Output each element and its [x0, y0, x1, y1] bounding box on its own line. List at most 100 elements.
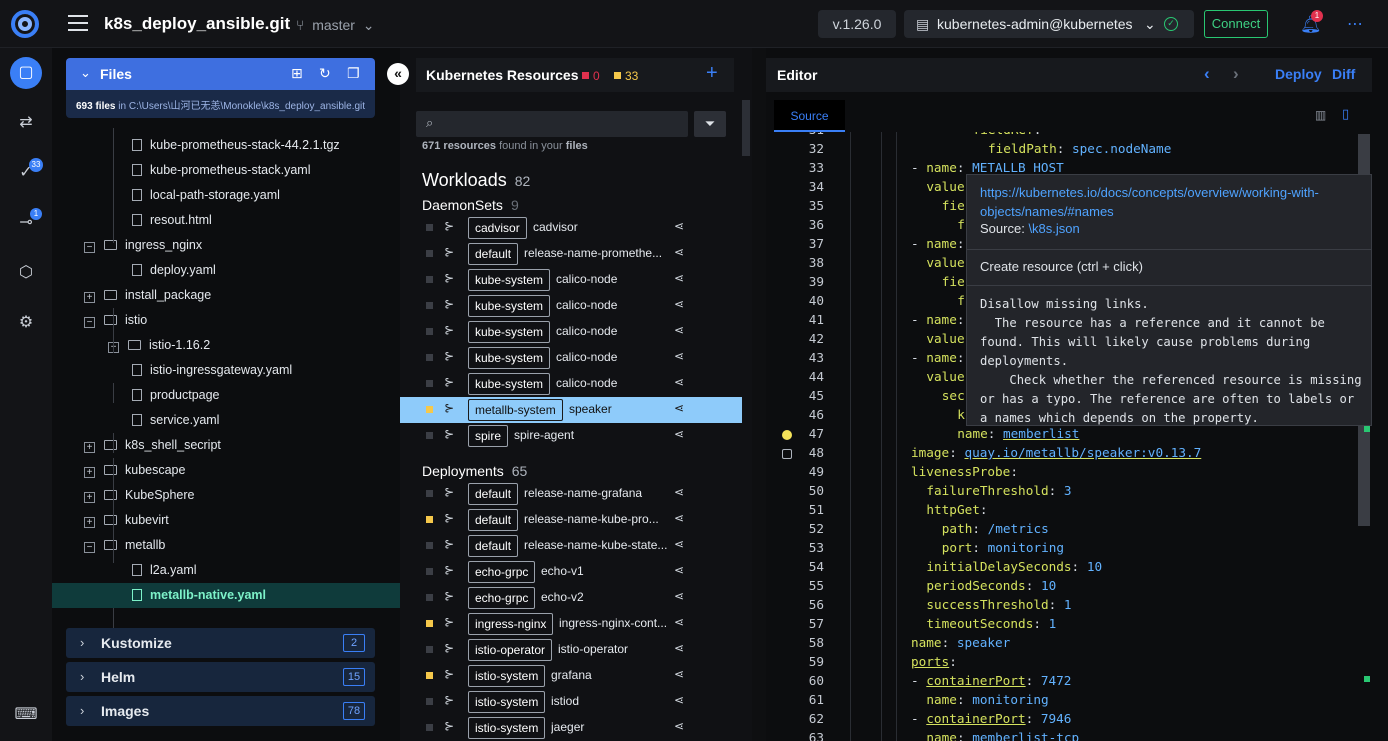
share-icon[interactable]: ⋖ — [674, 323, 684, 337]
resource-row[interactable]: ⊱ default release-name-promethe... ⋖ — [400, 241, 742, 267]
new-folder-icon[interactable]: ⊞ — [291, 65, 303, 82]
resource-row[interactable]: ⊱ echo-grpc echo-v1 ⋖ — [400, 559, 742, 585]
connect-button[interactable]: Connect — [1204, 10, 1268, 38]
collapse-icon[interactable]: − — [84, 242, 95, 253]
resource-row[interactable]: ⊱ kube-system calico-node ⋖ — [400, 345, 742, 371]
code-line[interactable]: fieldRef: — [973, 132, 1049, 137]
resource-row[interactable]: ⊱ kube-system calico-node ⋖ — [400, 293, 742, 319]
resource-row[interactable]: ⊱ kube-system calico-node ⋖ — [400, 319, 742, 345]
more-icon[interactable]: ⋯ — [1347, 14, 1364, 34]
code-line[interactable]: fieldPath: spec.nodeName — [988, 141, 1171, 156]
code-line[interactable]: port: monitoring — [942, 540, 1064, 555]
back-icon[interactable]: ‹ — [1204, 64, 1210, 84]
share-icon[interactable]: ⋖ — [674, 427, 684, 441]
k8s-version-button[interactable]: v.1.26.0 — [818, 10, 896, 38]
share-icon[interactable]: ⋖ — [674, 245, 684, 259]
resource-row[interactable]: ⊱ istio-system istiod ⋖ — [400, 689, 742, 715]
cluster-selector[interactable]: ▤ kubernetes-admin@kubernetes ⌄ ✓ — [904, 10, 1194, 38]
cube-icon[interactable]: ⬡ — [10, 257, 42, 289]
terminal-icon[interactable]: ⌨ — [10, 699, 42, 731]
resource-row[interactable]: ⊱ default release-name-kube-pro... ⋖ — [400, 507, 742, 533]
code-line[interactable]: livenessProbe: — [911, 464, 1026, 479]
deploy-button[interactable]: Deploy — [1275, 66, 1322, 82]
code-line[interactable]: name: monitoring — [926, 692, 1048, 707]
share-icon[interactable]: ⋖ — [674, 511, 684, 525]
code-line[interactable]: initialDelaySeconds: 10 — [926, 559, 1102, 574]
share-icon[interactable]: ⋖ — [674, 537, 684, 551]
share-icon[interactable]: ⋖ — [674, 485, 684, 499]
resources-scrollbar[interactable] — [742, 100, 750, 156]
image-icon[interactable] — [782, 449, 792, 459]
menu-icon[interactable] — [68, 15, 88, 31]
source-file-link[interactable]: \k8s.json — [1028, 221, 1079, 236]
section-images[interactable]: › Images 78 — [66, 696, 375, 726]
share-icon[interactable]: ⋖ — [674, 219, 684, 233]
doc-icon[interactable]: ▯ — [1342, 106, 1349, 122]
collapse-icon[interactable]: − — [84, 542, 95, 553]
explorer-icon[interactable]: ▢ — [10, 57, 42, 89]
section-helm[interactable]: › Helm 15 — [66, 662, 375, 692]
add-resource-icon[interactable]: + — [706, 62, 718, 85]
share-icon[interactable]: ⋖ — [674, 349, 684, 363]
expand-icon[interactable]: + — [84, 292, 95, 303]
settings-icon[interactable]: ⚙ — [10, 307, 42, 339]
resource-row[interactable]: ⊱ default release-name-grafana ⋖ — [400, 481, 742, 507]
file-item[interactable]: metallb-native.yaml — [52, 583, 400, 608]
collapse-icon[interactable]: − — [84, 317, 95, 328]
resource-row[interactable]: ⊱ cadvisor cadvisor ⋖ — [400, 215, 742, 241]
code-line[interactable]: timeoutSeconds: 1 — [926, 616, 1056, 631]
share-icon[interactable]: ⋖ — [674, 667, 684, 681]
resource-row[interactable]: ⊱ istio-operator istio-operator ⋖ — [400, 637, 742, 663]
code-line[interactable]: path: /metrics — [942, 521, 1049, 536]
code-line[interactable]: - name: — [911, 312, 972, 327]
share-icon[interactable]: ⋖ — [674, 563, 684, 577]
resource-search-input[interactable]: ⌕ — [416, 111, 688, 137]
tab-source[interactable]: Source — [774, 100, 845, 132]
share-icon[interactable]: ⋖ — [674, 589, 684, 603]
resource-row[interactable]: ⊱ default release-name-kube-state... ⋖ — [400, 533, 742, 559]
code-line[interactable]: - name: — [911, 236, 972, 251]
code-line[interactable]: name: speaker — [911, 635, 1010, 650]
share-icon[interactable]: ⋖ — [674, 615, 684, 629]
code-line[interactable]: failureThreshold: 3 — [926, 483, 1071, 498]
branch-selector[interactable]: ⑂ master ⌄ — [296, 17, 375, 34]
diff-button[interactable]: Diff — [1332, 66, 1355, 82]
section-kustomize[interactable]: › Kustomize 2 — [66, 628, 375, 658]
split-view-icon[interactable]: ▥ — [1315, 108, 1326, 122]
forward-icon[interactable]: › — [1233, 64, 1239, 84]
expand-icon[interactable]: + — [84, 442, 95, 453]
code-line[interactable]: image: quay.io/metallb/speaker:v0.13.7 — [911, 445, 1201, 460]
code-line[interactable]: successThreshold: 1 — [926, 597, 1071, 612]
resource-row[interactable]: ⊱ istio-system grafana ⋖ — [400, 663, 742, 689]
docs-link[interactable]: https://kubernetes.io/docs/concepts/over… — [980, 183, 1365, 221]
share-icon[interactable]: ⋖ — [674, 401, 684, 415]
warning-dot-icon[interactable] — [782, 430, 792, 440]
share-icon[interactable]: ⋖ — [674, 297, 684, 311]
repo-name[interactable]: k8s_deploy_ansible.git — [104, 14, 290, 34]
resource-row[interactable]: ⊱ spire spire-agent ⋖ — [400, 423, 742, 449]
collapse-panel-button[interactable]: « — [387, 63, 409, 85]
expand-icon[interactable]: + — [84, 467, 95, 478]
share-icon[interactable]: ⋖ — [674, 693, 684, 707]
resource-row[interactable]: ⊱ echo-grpc echo-v2 ⋖ — [400, 585, 742, 611]
code-line[interactable]: - containerPort: 7946 — [911, 711, 1071, 726]
resource-row[interactable]: ⊱ kube-system calico-node ⋖ — [400, 371, 742, 397]
resource-row[interactable]: ⊱ metallb-system speaker ⋖ — [400, 397, 742, 423]
resource-row[interactable]: ⊱ kube-system calico-node ⋖ — [400, 267, 742, 293]
resource-row[interactable]: ⊱ ingress-nginx ingress-nginx-cont... ⋖ — [400, 611, 742, 637]
share-icon[interactable]: ⋖ — [674, 641, 684, 655]
filter-button[interactable]: ⏷ — [694, 111, 726, 137]
code-line[interactable]: name: memberlist — [957, 426, 1079, 441]
compare-icon[interactable]: ⇄ — [10, 107, 42, 139]
create-resource-action[interactable]: Create resource (ctrl + click) — [980, 259, 1143, 274]
code-line[interactable]: httpGet: — [926, 502, 995, 517]
expand-icon[interactable]: + — [84, 517, 95, 528]
code-line[interactable]: periodSeconds: 10 — [926, 578, 1056, 593]
share-icon[interactable]: ⋖ — [674, 271, 684, 285]
refresh-icon[interactable]: ↻ — [319, 65, 331, 82]
code-line[interactable]: name: memberlist-tcp — [926, 730, 1079, 741]
code-line[interactable]: - name: — [911, 350, 972, 365]
share-icon[interactable]: ⋖ — [674, 719, 684, 733]
share-icon[interactable]: ⋖ — [674, 375, 684, 389]
files-header[interactable]: ⌄ Files ⊞ ↻ ❐ — [66, 58, 375, 90]
